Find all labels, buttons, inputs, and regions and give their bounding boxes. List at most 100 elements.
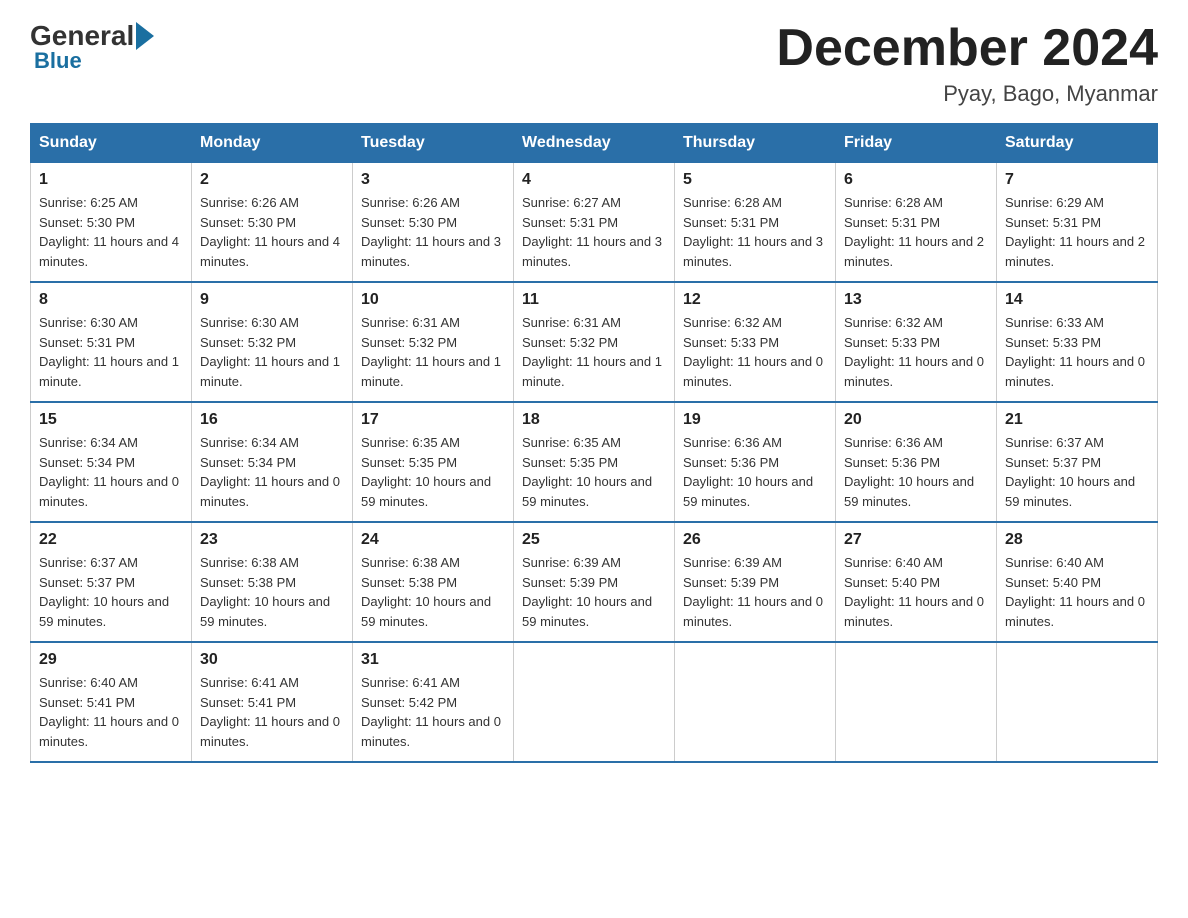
- day-number: 28: [1005, 531, 1149, 549]
- day-number: 21: [1005, 411, 1149, 429]
- day-info: Sunrise: 6:40 AMSunset: 5:41 PMDaylight:…: [39, 673, 183, 751]
- day-info: Sunrise: 6:28 AMSunset: 5:31 PMDaylight:…: [683, 193, 827, 271]
- calendar-body: 1Sunrise: 6:25 AMSunset: 5:30 PMDaylight…: [31, 163, 1158, 763]
- calendar-cell: 19 Sunrise: 6:36 AMSunset: 5:36 PMDayligh…: [675, 402, 836, 522]
- day-info: Sunrise: 6:30 AMSunset: 5:31 PMDaylight:…: [39, 313, 183, 391]
- day-number: 14: [1005, 291, 1149, 309]
- calendar-week-row: 15 Sunrise: 6:34 AMSunset: 5:34 PMDayligh…: [31, 402, 1158, 522]
- calendar-cell: 11Sunrise: 6:31 AMSunset: 5:32 PMDayligh…: [514, 282, 675, 402]
- day-info: Sunrise: 6:33 AMSunset: 5:33 PMDaylight:…: [1005, 313, 1149, 391]
- day-number: 1: [39, 171, 183, 189]
- day-info: Sunrise: 6:32 AMSunset: 5:33 PMDaylight:…: [683, 313, 827, 391]
- calendar-week-row: 22Sunrise: 6:37 AMSunset: 5:37 PMDayligh…: [31, 522, 1158, 642]
- day-number: 24: [361, 531, 505, 549]
- day-info: Sunrise: 6:35 AMSunset: 5:35 PMDaylight:…: [361, 433, 505, 511]
- day-number: 15: [39, 411, 183, 429]
- calendar-cell: 24 Sunrise: 6:38 AMSunset: 5:38 PMDayligh…: [353, 522, 514, 642]
- day-number: 13: [844, 291, 988, 309]
- day-info: Sunrise: 6:40 AMSunset: 5:40 PMDaylight:…: [1005, 553, 1149, 631]
- month-title: December 2024: [776, 20, 1158, 77]
- calendar-cell: 10 Sunrise: 6:31 AMSunset: 5:32 PMDayligh…: [353, 282, 514, 402]
- day-info: Sunrise: 6:39 AMSunset: 5:39 PMDaylight:…: [683, 553, 827, 631]
- day-number: 10: [361, 291, 505, 309]
- location-subtitle: Pyay, Bago, Myanmar: [776, 81, 1158, 107]
- day-info: Sunrise: 6:26 AMSunset: 5:30 PMDaylight:…: [361, 193, 505, 271]
- title-area: December 2024 Pyay, Bago, Myanmar: [776, 20, 1158, 107]
- calendar-cell: 3 Sunrise: 6:26 AMSunset: 5:30 PMDaylight…: [353, 163, 514, 283]
- calendar-cell: 29 Sunrise: 6:40 AMSunset: 5:41 PMDayligh…: [31, 642, 192, 762]
- calendar-cell: 26 Sunrise: 6:39 AMSunset: 5:39 PMDayligh…: [675, 522, 836, 642]
- calendar-week-row: 8Sunrise: 6:30 AMSunset: 5:31 PMDaylight…: [31, 282, 1158, 402]
- day-number: 31: [361, 651, 505, 669]
- day-number: 30: [200, 651, 344, 669]
- day-number: 18: [522, 411, 666, 429]
- day-number: 11: [522, 291, 666, 309]
- calendar-cell: 30 Sunrise: 6:41 AMSunset: 5:41 PMDayligh…: [192, 642, 353, 762]
- day-number: 20: [844, 411, 988, 429]
- day-number: 19: [683, 411, 827, 429]
- calendar-cell: 31 Sunrise: 6:41 AMSunset: 5:42 PMDayligh…: [353, 642, 514, 762]
- day-header-thursday: Thursday: [675, 124, 836, 163]
- calendar-table: SundayMondayTuesdayWednesdayThursdayFrid…: [30, 123, 1158, 763]
- day-info: Sunrise: 6:37 AMSunset: 5:37 PMDaylight:…: [1005, 433, 1149, 511]
- day-number: 12: [683, 291, 827, 309]
- calendar-header: SundayMondayTuesdayWednesdayThursdayFrid…: [31, 124, 1158, 163]
- day-header-monday: Monday: [192, 124, 353, 163]
- calendar-week-row: 29 Sunrise: 6:40 AMSunset: 5:41 PMDayligh…: [31, 642, 1158, 762]
- calendar-cell: 2 Sunrise: 6:26 AMSunset: 5:30 PMDaylight…: [192, 163, 353, 283]
- day-number: 7: [1005, 171, 1149, 189]
- logo: General Blue: [30, 20, 156, 74]
- calendar-cell: 18 Sunrise: 6:35 AMSunset: 5:35 PMDayligh…: [514, 402, 675, 522]
- day-info: Sunrise: 6:41 AMSunset: 5:42 PMDaylight:…: [361, 673, 505, 751]
- calendar-cell: 13Sunrise: 6:32 AMSunset: 5:33 PMDayligh…: [836, 282, 997, 402]
- day-number: 27: [844, 531, 988, 549]
- calendar-cell: 23 Sunrise: 6:38 AMSunset: 5:38 PMDayligh…: [192, 522, 353, 642]
- day-number: 22: [39, 531, 183, 549]
- day-info: Sunrise: 6:39 AMSunset: 5:39 PMDaylight:…: [522, 553, 666, 631]
- day-info: Sunrise: 6:34 AMSunset: 5:34 PMDaylight:…: [39, 433, 183, 511]
- calendar-cell: 6Sunrise: 6:28 AMSunset: 5:31 PMDaylight…: [836, 163, 997, 283]
- calendar-cell: 9 Sunrise: 6:30 AMSunset: 5:32 PMDaylight…: [192, 282, 353, 402]
- day-number: 9: [200, 291, 344, 309]
- day-info: Sunrise: 6:31 AMSunset: 5:32 PMDaylight:…: [361, 313, 505, 391]
- day-header-wednesday: Wednesday: [514, 124, 675, 163]
- day-number: 23: [200, 531, 344, 549]
- day-info: Sunrise: 6:36 AMSunset: 5:36 PMDaylight:…: [844, 433, 988, 511]
- day-header-sunday: Sunday: [31, 124, 192, 163]
- day-info: Sunrise: 6:28 AMSunset: 5:31 PMDaylight:…: [844, 193, 988, 271]
- calendar-cell: [514, 642, 675, 762]
- logo-blue-text: Blue: [34, 48, 82, 74]
- calendar-cell: [836, 642, 997, 762]
- day-info: Sunrise: 6:36 AMSunset: 5:36 PMDaylight:…: [683, 433, 827, 511]
- day-number: 4: [522, 171, 666, 189]
- day-info: Sunrise: 6:26 AMSunset: 5:30 PMDaylight:…: [200, 193, 344, 271]
- day-info: Sunrise: 6:30 AMSunset: 5:32 PMDaylight:…: [200, 313, 344, 391]
- day-info: Sunrise: 6:35 AMSunset: 5:35 PMDaylight:…: [522, 433, 666, 511]
- day-info: Sunrise: 6:38 AMSunset: 5:38 PMDaylight:…: [200, 553, 344, 631]
- calendar-cell: [675, 642, 836, 762]
- day-info: Sunrise: 6:27 AMSunset: 5:31 PMDaylight:…: [522, 193, 666, 271]
- calendar-cell: 12 Sunrise: 6:32 AMSunset: 5:33 PMDayligh…: [675, 282, 836, 402]
- calendar-cell: [997, 642, 1158, 762]
- day-number: 29: [39, 651, 183, 669]
- day-info: Sunrise: 6:40 AMSunset: 5:40 PMDaylight:…: [844, 553, 988, 631]
- calendar-cell: 8Sunrise: 6:30 AMSunset: 5:31 PMDaylight…: [31, 282, 192, 402]
- calendar-cell: 5Sunrise: 6:28 AMSunset: 5:31 PMDaylight…: [675, 163, 836, 283]
- day-number: 3: [361, 171, 505, 189]
- calendar-cell: 25Sunrise: 6:39 AMSunset: 5:39 PMDayligh…: [514, 522, 675, 642]
- day-number: 17: [361, 411, 505, 429]
- day-info: Sunrise: 6:34 AMSunset: 5:34 PMDaylight:…: [200, 433, 344, 511]
- calendar-cell: 17 Sunrise: 6:35 AMSunset: 5:35 PMDayligh…: [353, 402, 514, 522]
- day-info: Sunrise: 6:41 AMSunset: 5:41 PMDaylight:…: [200, 673, 344, 751]
- calendar-cell: 4 Sunrise: 6:27 AMSunset: 5:31 PMDaylight…: [514, 163, 675, 283]
- day-number: 2: [200, 171, 344, 189]
- day-number: 16: [200, 411, 344, 429]
- day-number: 26: [683, 531, 827, 549]
- calendar-cell: 21 Sunrise: 6:37 AMSunset: 5:37 PMDayligh…: [997, 402, 1158, 522]
- day-info: Sunrise: 6:38 AMSunset: 5:38 PMDaylight:…: [361, 553, 505, 631]
- calendar-cell: 28 Sunrise: 6:40 AMSunset: 5:40 PMDayligh…: [997, 522, 1158, 642]
- calendar-cell: 1Sunrise: 6:25 AMSunset: 5:30 PMDaylight…: [31, 163, 192, 283]
- logo-arrow-icon: [136, 22, 154, 50]
- calendar-week-row: 1Sunrise: 6:25 AMSunset: 5:30 PMDaylight…: [31, 163, 1158, 283]
- page-header: General Blue December 2024 Pyay, Bago, M…: [30, 20, 1158, 107]
